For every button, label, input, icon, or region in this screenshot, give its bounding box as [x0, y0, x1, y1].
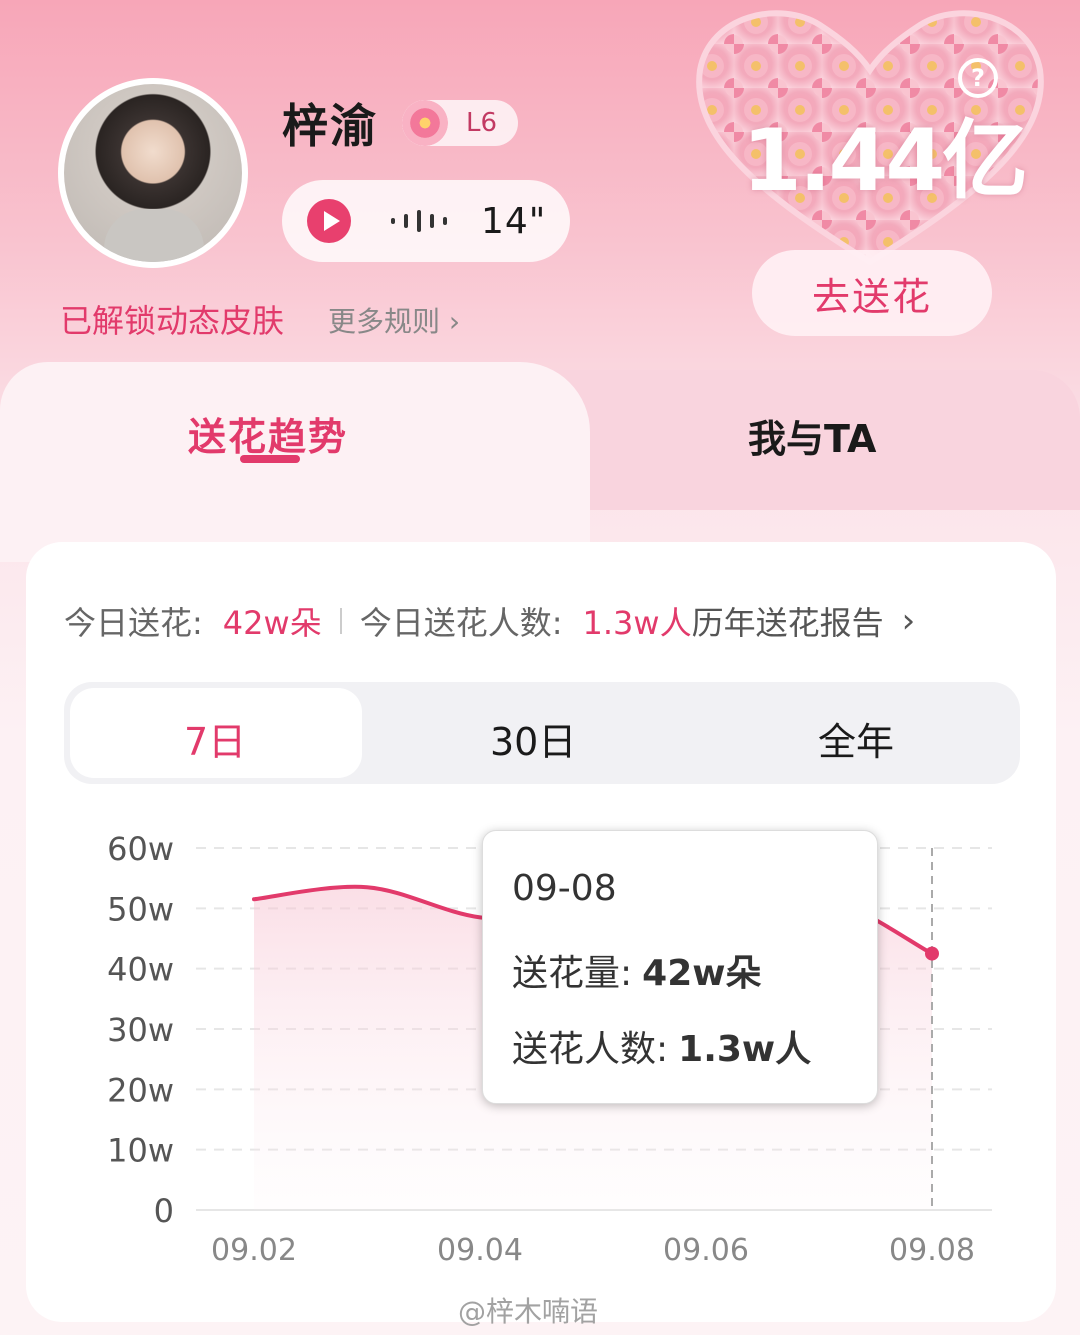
level-label: L6 — [466, 108, 498, 138]
y-tick-label: 10w — [107, 1132, 174, 1170]
send-flower-button[interactable]: 去送花 — [752, 250, 992, 336]
skin-status: 已解锁动态皮肤 — [60, 302, 285, 340]
x-tick-label: 09.04 — [437, 1233, 523, 1268]
y-tick-label: 60w — [107, 830, 174, 868]
range-tab-30d[interactable]: 30日 — [490, 711, 576, 766]
y-tick-label: 20w — [107, 1071, 174, 1109]
y-tick-label: 40w — [107, 951, 174, 989]
avatar-photo — [64, 84, 242, 262]
tooltip-people: 送花人数: 1.3w人 — [512, 1020, 811, 1072]
tooltip-people-label: 送花人数: — [512, 1029, 669, 1070]
y-tick-label: 30w — [107, 1011, 174, 1049]
user-name: 梓渝 — [282, 99, 378, 153]
tab-me-and-ta[interactable]: 我与TA — [748, 408, 876, 463]
more-rules-label: 更多规则 — [328, 305, 441, 338]
divider — [339, 608, 342, 634]
tooltip-flowers-value: 42w朵 — [642, 953, 762, 994]
level-badge[interactable]: L6 — [402, 100, 518, 146]
chart-data-point[interactable] — [925, 946, 939, 961]
annual-report-link[interactable]: 历年送花报告 — [692, 598, 884, 644]
tooltip-flowers-label: 送花量: — [512, 953, 633, 994]
voice-message-button[interactable]: 14" — [282, 180, 570, 262]
range-tab-7d[interactable]: 7日 — [184, 711, 246, 766]
chevron-right-icon: › — [448, 305, 461, 338]
x-tick-label: 09.06 — [663, 1233, 749, 1268]
x-tick-label: 09.08 — [889, 1233, 975, 1268]
help-icon[interactable]: ? — [958, 58, 998, 98]
watermark: @梓木喃语 — [458, 1295, 599, 1328]
range-tab-year[interactable]: 全年 — [818, 711, 894, 766]
avatar[interactable] — [58, 78, 248, 268]
tab-active-indicator — [240, 455, 300, 463]
total-flowers-count: 1.44亿 — [742, 111, 1028, 211]
today-people-label: 今日送花人数: — [359, 604, 563, 642]
tooltip-people-value: 1.3w人 — [678, 1029, 812, 1070]
voice-duration: 14" — [481, 200, 547, 242]
today-stats: 今日送花: 42w朵 今日送花人数: 1.3w人 历年送花报告 › — [64, 598, 915, 644]
waveform-icon — [391, 210, 447, 232]
more-rules-link[interactable]: 更多规则 › — [328, 300, 460, 340]
y-tick-label: 50w — [107, 890, 174, 928]
play-icon[interactable] — [307, 199, 351, 243]
tab-flower-trend[interactable]: 送花趋势 — [188, 406, 348, 461]
chevron-right-icon[interactable]: › — [902, 601, 916, 641]
today-flowers-value: 42w朵 — [222, 604, 322, 642]
tooltip-flowers: 送花量: 42w朵 — [512, 944, 762, 996]
flower-icon — [402, 100, 448, 146]
tooltip-date: 09-08 — [512, 868, 617, 909]
y-tick-label: 0 — [154, 1192, 174, 1230]
today-people-value: 1.3w人 — [582, 604, 692, 642]
today-flowers-label: 今日送花: — [64, 604, 203, 642]
x-tick-label: 09.02 — [211, 1233, 297, 1268]
